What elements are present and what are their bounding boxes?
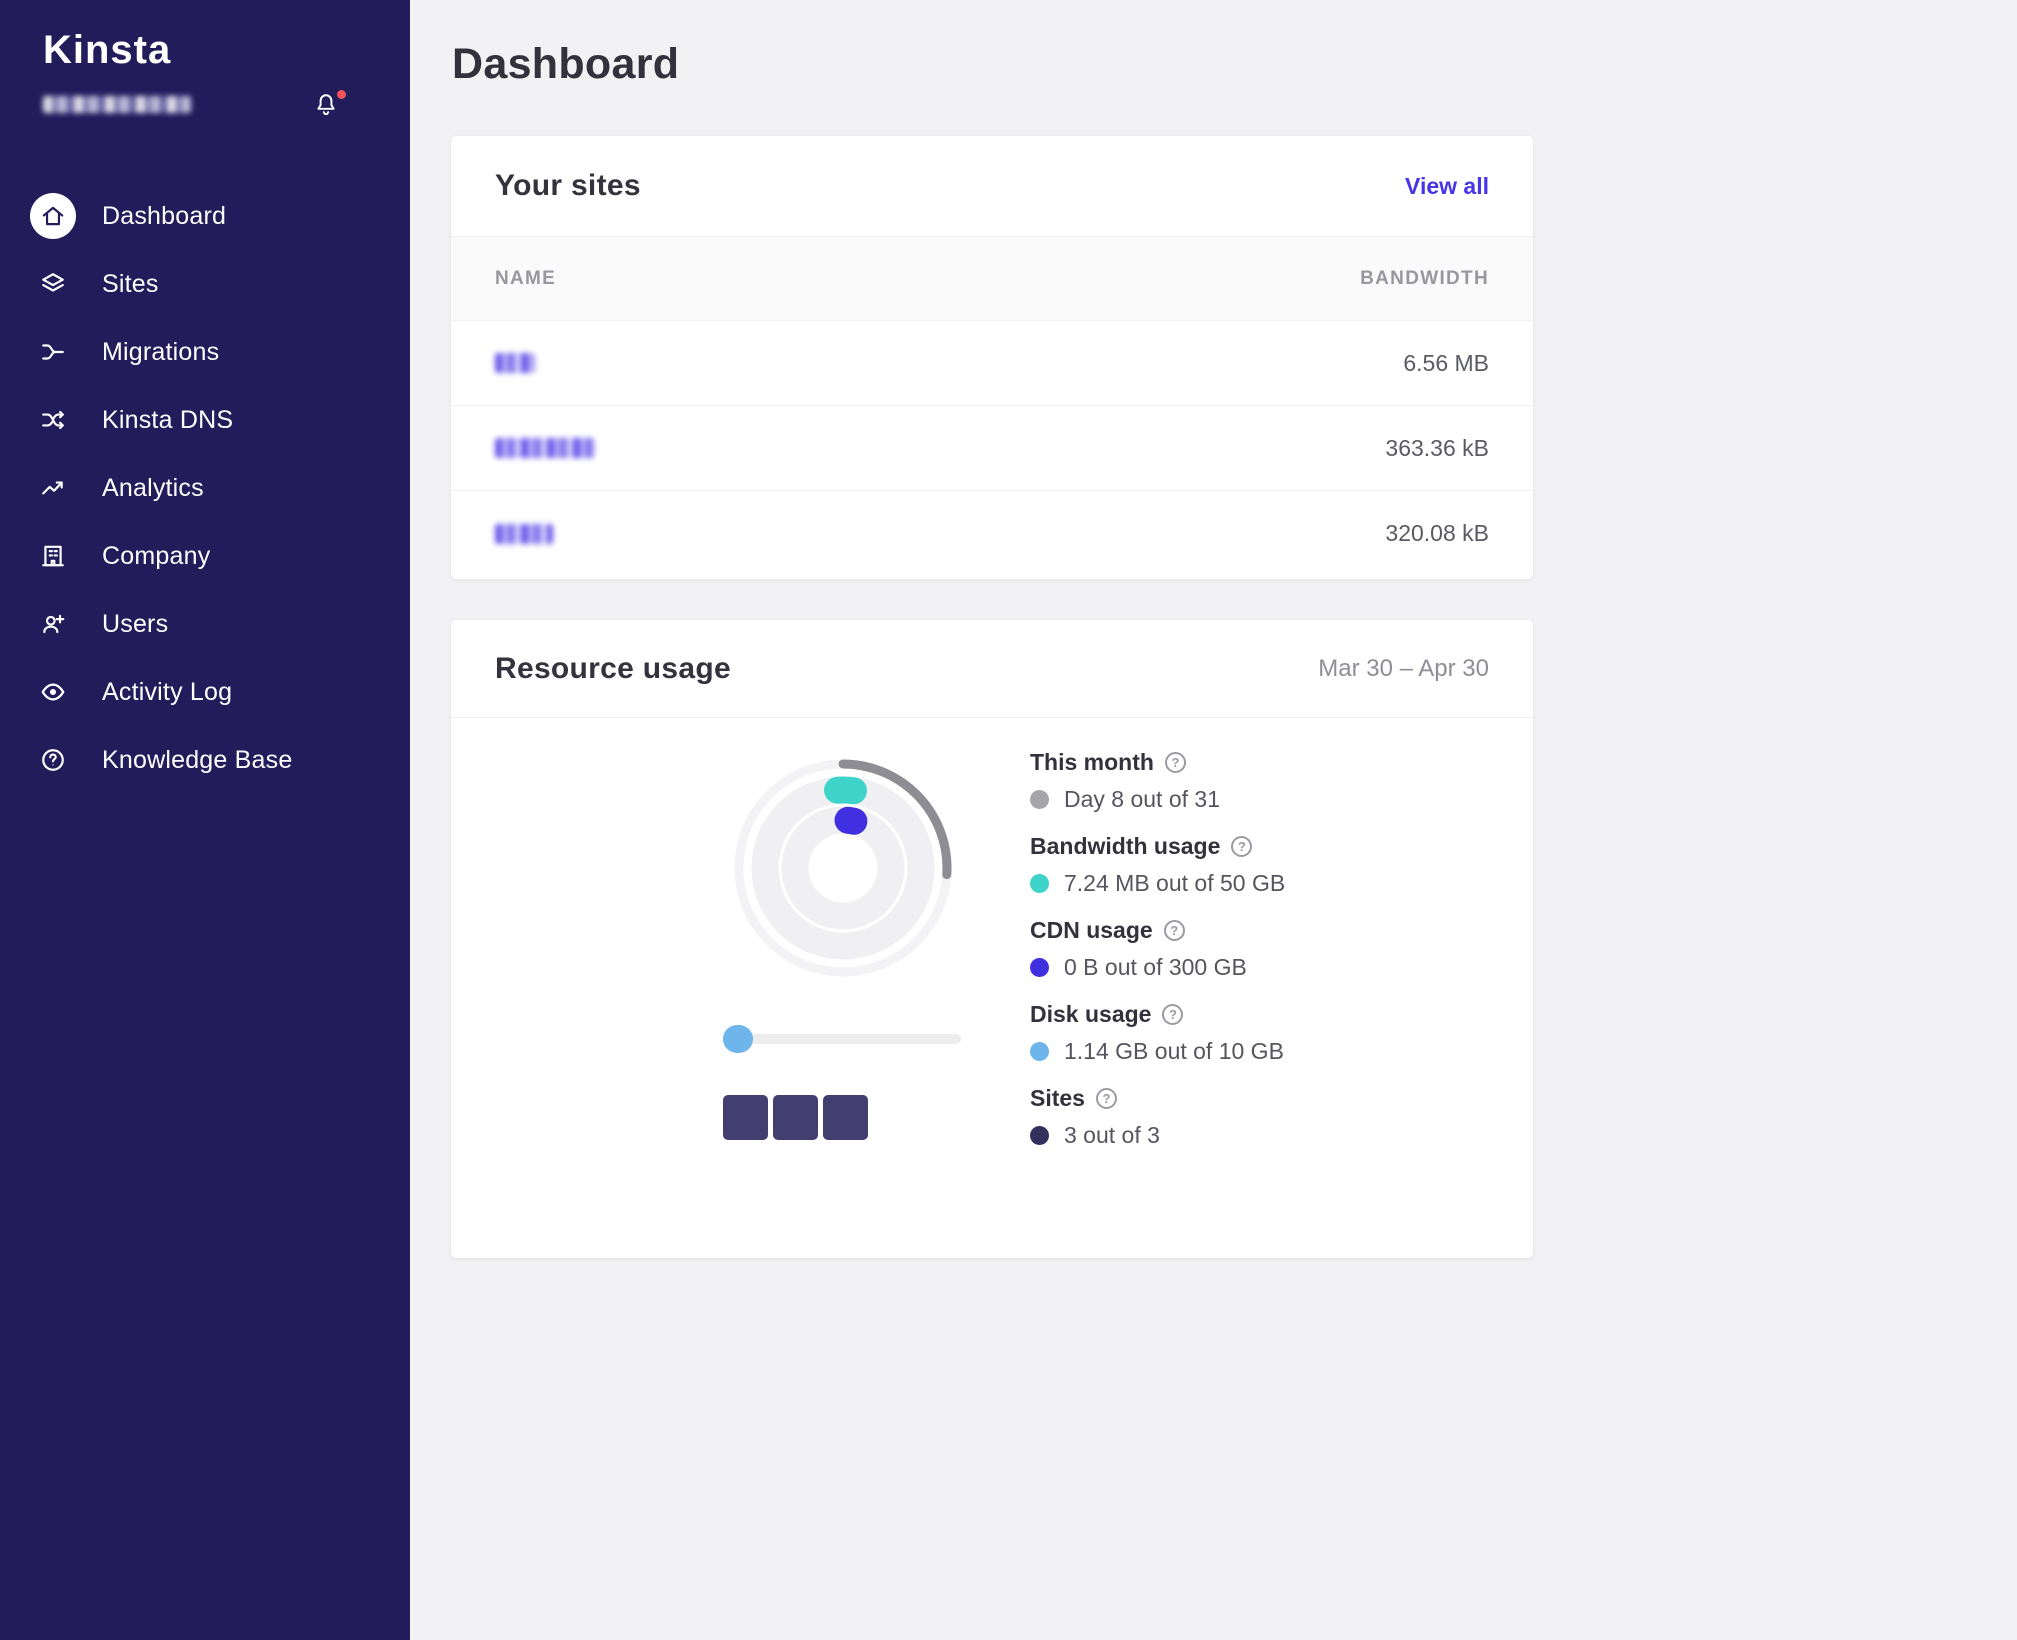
help-icon[interactable]: ? bbox=[1162, 1004, 1183, 1025]
user-plus-icon bbox=[30, 601, 76, 647]
site-square bbox=[773, 1095, 818, 1140]
home-icon bbox=[30, 193, 76, 239]
sidebar-item-label: Analytics bbox=[102, 474, 204, 503]
sidebar-item-label: Knowledge Base bbox=[102, 746, 292, 775]
eye-icon bbox=[30, 669, 76, 715]
legend-value: 0 B out of 300 GB bbox=[1064, 954, 1247, 981]
merge-arrow-icon bbox=[30, 329, 76, 375]
legend-group-disk: Disk usage ? 1.14 GB out of 10 GB bbox=[1030, 1000, 1285, 1084]
resource-donut-chart bbox=[723, 748, 963, 988]
sidebar-item-dashboard[interactable]: Dashboard bbox=[0, 182, 410, 250]
legend-value: 1.14 GB out of 10 GB bbox=[1064, 1038, 1284, 1065]
dns-route-icon bbox=[30, 397, 76, 443]
site-name-blurred[interactable] bbox=[495, 353, 535, 373]
resource-usage-card: Resource usage Mar 30 – Apr 30 bbox=[451, 620, 1533, 1258]
table-row[interactable]: 363.36 kB bbox=[451, 406, 1533, 491]
legend-group-cdn: CDN usage ? 0 B out of 300 GB bbox=[1030, 916, 1285, 1000]
trend-chart-icon bbox=[30, 465, 76, 511]
sites-table-header: NAME BANDWIDTH bbox=[451, 236, 1533, 321]
disk-usage-fill bbox=[723, 1025, 753, 1053]
sidebar-item-company[interactable]: Company bbox=[0, 522, 410, 590]
notification-unread-dot bbox=[337, 90, 346, 99]
legend-label: This month bbox=[1030, 749, 1154, 776]
sidebar-item-label: Users bbox=[102, 610, 168, 639]
legend-value: Day 8 out of 31 bbox=[1064, 786, 1220, 813]
sidebar: Kinsta Dashboard bbox=[0, 0, 410, 1640]
legend-label: CDN usage bbox=[1030, 917, 1153, 944]
legend-dot bbox=[1030, 790, 1049, 809]
legend-group-bandwidth: Bandwidth usage ? 7.24 MB out of 50 GB bbox=[1030, 832, 1285, 916]
site-name-blurred[interactable] bbox=[495, 438, 595, 458]
legend-dot bbox=[1030, 958, 1049, 977]
sites-card-title: Your sites bbox=[495, 169, 641, 203]
help-icon[interactable]: ? bbox=[1231, 836, 1252, 857]
sidebar-item-sites[interactable]: Sites bbox=[0, 250, 410, 318]
resource-card-title: Resource usage bbox=[495, 652, 731, 686]
sidebar-item-migrations[interactable]: Migrations bbox=[0, 318, 410, 386]
bandwidth-value: 320.08 kB bbox=[1385, 520, 1489, 547]
sidebar-item-kinsta-dns[interactable]: Kinsta DNS bbox=[0, 386, 410, 454]
site-square bbox=[723, 1095, 768, 1140]
bandwidth-value: 6.56 MB bbox=[1403, 350, 1489, 377]
site-square bbox=[823, 1095, 868, 1140]
sidebar-item-label: Company bbox=[102, 542, 210, 571]
legend-group-sites: Sites ? 3 out of 3 bbox=[1030, 1084, 1285, 1168]
site-name-blurred[interactable] bbox=[495, 524, 553, 544]
building-icon bbox=[30, 533, 76, 579]
sidebar-item-label: Dashboard bbox=[102, 202, 226, 231]
sidebar-item-knowledge-base[interactable]: Knowledge Base bbox=[0, 726, 410, 794]
sidebar-item-label: Activity Log bbox=[102, 678, 232, 707]
table-row[interactable]: 6.56 MB bbox=[451, 321, 1533, 406]
legend-label: Sites bbox=[1030, 1085, 1085, 1112]
legend-dot bbox=[1030, 1042, 1049, 1061]
sidebar-item-activity-log[interactable]: Activity Log bbox=[0, 658, 410, 726]
question-circle-icon bbox=[30, 737, 76, 783]
your-sites-card: Your sites View all NAME BANDWIDTH 6.56 … bbox=[451, 136, 1533, 579]
resource-card-body: This month ? Day 8 out of 31 Bandwidth u… bbox=[451, 718, 1533, 1258]
sites-card-header: Your sites View all bbox=[451, 136, 1533, 236]
legend-label: Disk usage bbox=[1030, 1001, 1151, 1028]
date-range: Mar 30 – Apr 30 bbox=[1318, 655, 1489, 683]
disk-usage-bar bbox=[723, 1034, 961, 1044]
legend-value: 7.24 MB out of 50 GB bbox=[1064, 870, 1285, 897]
sidebar-item-analytics[interactable]: Analytics bbox=[0, 454, 410, 522]
table-row[interactable]: 320.08 kB bbox=[451, 491, 1533, 576]
resource-card-header: Resource usage Mar 30 – Apr 30 bbox=[451, 620, 1533, 718]
layers-icon bbox=[30, 261, 76, 307]
help-icon[interactable]: ? bbox=[1164, 920, 1185, 941]
page-title: Dashboard bbox=[452, 40, 679, 89]
resource-legend: This month ? Day 8 out of 31 Bandwidth u… bbox=[1030, 748, 1285, 1168]
help-icon[interactable]: ? bbox=[1165, 752, 1186, 773]
bandwidth-value: 363.36 kB bbox=[1385, 435, 1489, 462]
view-all-link[interactable]: View all bbox=[1405, 173, 1489, 200]
account-row bbox=[43, 96, 383, 122]
sidebar-nav: Dashboard Sites Migrations bbox=[0, 182, 410, 794]
sidebar-item-label: Kinsta DNS bbox=[102, 406, 233, 435]
legend-label: Bandwidth usage bbox=[1030, 833, 1220, 860]
sidebar-item-label: Sites bbox=[102, 270, 159, 299]
legend-dot bbox=[1030, 1126, 1049, 1145]
legend-dot bbox=[1030, 874, 1049, 893]
kinsta-logo: Kinsta bbox=[43, 28, 171, 73]
sidebar-item-users[interactable]: Users bbox=[0, 590, 410, 658]
sidebar-item-label: Migrations bbox=[102, 338, 219, 367]
bell-icon bbox=[313, 105, 339, 122]
help-icon[interactable]: ? bbox=[1096, 1088, 1117, 1109]
sites-usage-squares bbox=[723, 1095, 868, 1140]
account-name-blurred[interactable] bbox=[43, 96, 191, 113]
column-header-name: NAME bbox=[495, 268, 556, 290]
legend-value: 3 out of 3 bbox=[1064, 1122, 1160, 1149]
notifications-button[interactable] bbox=[313, 92, 343, 122]
legend-group-this-month: This month ? Day 8 out of 31 bbox=[1030, 748, 1285, 832]
column-header-bandwidth: BANDWIDTH bbox=[1360, 268, 1489, 290]
